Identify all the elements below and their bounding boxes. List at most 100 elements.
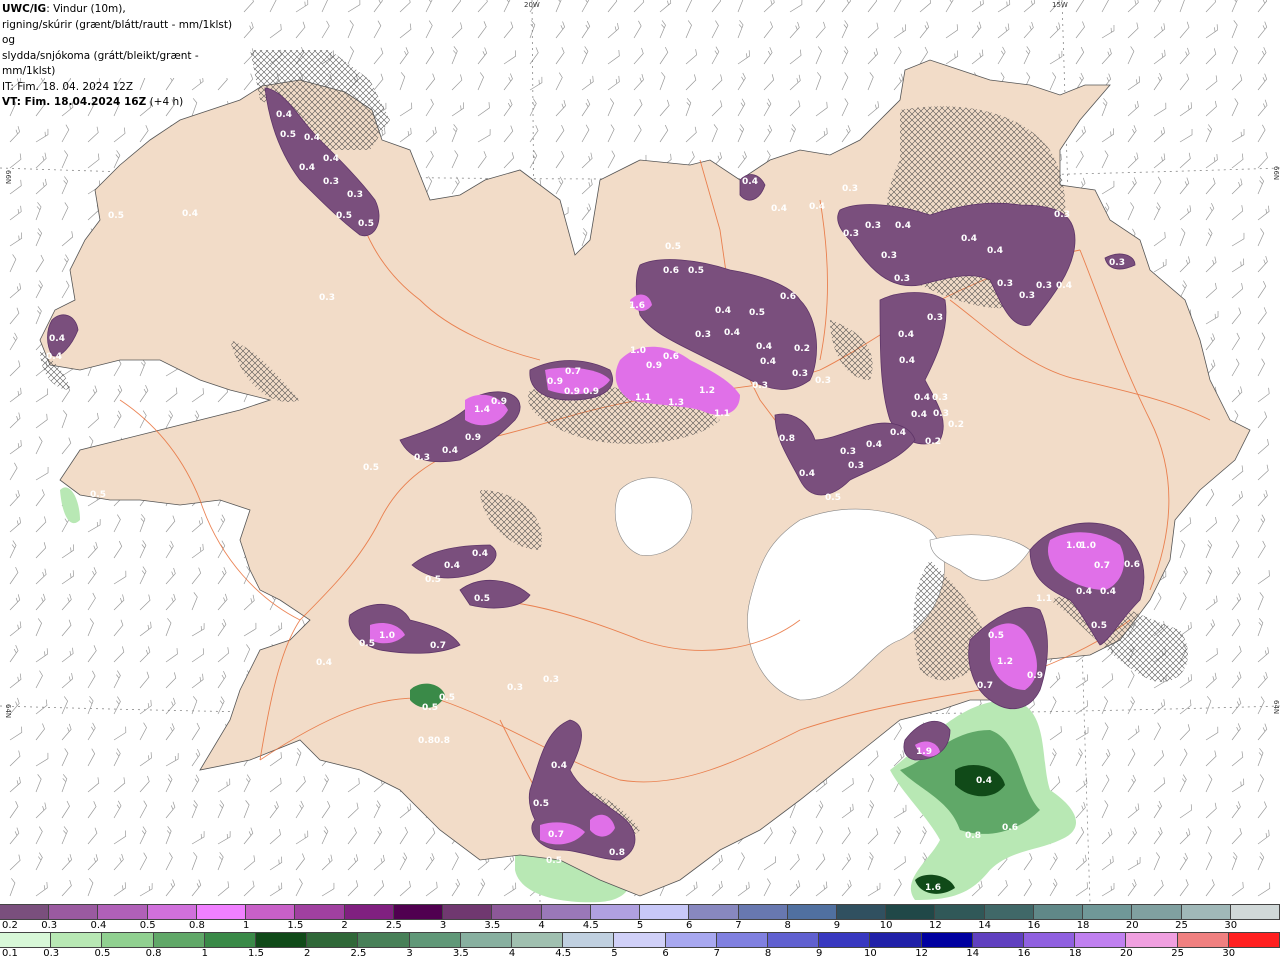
init-time: IT: Fim. 18. 04. 2024 12Z — [2, 80, 134, 93]
precip-value-label: 0.4 — [742, 177, 758, 187]
precip-value-label: 0.3 — [347, 190, 363, 200]
precip-value-label: 0.3 — [997, 279, 1013, 289]
title-line-2: rigning/skúrir (grænt/blátt/rautt - mm/1… — [2, 18, 233, 47]
precip-value-label: 0.5 — [474, 594, 490, 604]
snow-legend-label: 7 — [735, 920, 742, 931]
precip-value-label: 1.2 — [997, 657, 1013, 667]
precip-value-label: 0.4 — [899, 356, 915, 366]
rain-legend-label: 10 — [864, 948, 877, 959]
snow-legend-swatches — [0, 904, 1280, 920]
snow-legend-swatch — [787, 905, 837, 919]
title-line-1: UWC/IG: Vindur (10m), — [2, 2, 240, 18]
rain-legend-swatches — [0, 932, 1280, 948]
title-line-3: slydda/snjókoma (grátt/bleikt/grænt - mm… — [2, 49, 199, 78]
precip-value-label: 0.9 — [465, 433, 481, 443]
rain-legend-label: 16 — [1017, 948, 1031, 959]
rain-legend-swatch — [665, 933, 717, 947]
snow-legend-swatch — [147, 905, 197, 919]
precip-value-label: 0.3 — [1054, 210, 1070, 220]
rain-legend-swatch — [1075, 933, 1127, 947]
rain-legend-swatch — [512, 933, 564, 947]
precip-value-label: 1.1 — [1036, 594, 1052, 604]
precip-value-label: 0.6 — [663, 352, 679, 362]
precip-value-label: 0.4 — [182, 209, 198, 219]
precip-value-label: 0.5 — [336, 211, 352, 221]
precip-value-label: 0.2 — [794, 344, 810, 354]
rain-legend-swatch — [614, 933, 666, 947]
precip-value-label: 0.3 — [881, 251, 897, 261]
snow-legend-label: 20 — [1125, 920, 1139, 931]
snow-legend-swatch — [1033, 905, 1084, 919]
precip-value-label: 0.3 — [695, 330, 711, 340]
precip-value-label: 0.9 — [564, 387, 580, 397]
rain-legend-label: 4.5 — [555, 948, 572, 959]
precip-value-label: 0.4 — [49, 334, 65, 344]
rain-legend: 0.1 0.3 0.5 0.8 1 1.5 2 2.5 3 3.5 4 4.5 5 6 7 8 9 10 12 14 1… — [0, 932, 1280, 962]
rain-legend-swatch — [0, 933, 52, 947]
precip-value-label: 1.1 — [714, 409, 730, 419]
rain-legend-label: 0.8 — [145, 948, 162, 959]
rain-legend-label: 12 — [915, 948, 928, 959]
rain-legend-swatch — [870, 933, 922, 947]
precip-value-label: 0.6 — [663, 266, 679, 276]
valid-time-line: VT: Fim. 18.04.2024 16Z (+4 h) — [2, 95, 240, 111]
rain-legend-swatch — [819, 933, 871, 947]
precip-value-label: 0.4 — [866, 440, 882, 450]
precip-value-label: 0.5 — [363, 463, 379, 473]
rain-legend-swatch — [307, 933, 359, 947]
precip-value-label: 0.4 — [724, 328, 740, 338]
snow-legend-label: 0.5 — [139, 920, 156, 931]
rain-legend-label: 3 — [406, 948, 413, 959]
precip-value-label: 0.3 — [792, 369, 808, 379]
rain-legend-label: 30 — [1222, 948, 1236, 959]
rain-legend-swatch — [768, 933, 820, 947]
snow-legend-label: 4 — [538, 920, 545, 931]
precip-value-label: 0.4 — [771, 204, 787, 214]
lat-label-66n-left: 66N — [4, 170, 12, 184]
precip-value-label: 0.4 — [304, 133, 320, 143]
precip-value-label: 0.9 — [547, 377, 563, 387]
precip-value-label: 0.4 — [890, 428, 906, 438]
precip-value-label: 0.4 — [898, 330, 914, 340]
precip-value-label: 1.6 — [925, 883, 941, 893]
precip-value-label: 0.5 — [665, 242, 681, 252]
rain-legend-label: 8 — [764, 948, 772, 959]
snow-legend-label: 16 — [1027, 920, 1041, 931]
snow-legend-swatch — [640, 905, 690, 919]
rain-legend-swatch — [921, 933, 973, 947]
precip-value-label: 0.4 — [323, 154, 339, 164]
rain-legend-label: 18 — [1068, 948, 1082, 959]
precip-value-label: 0.4 — [911, 410, 927, 420]
rain-legend-swatch — [256, 933, 308, 947]
rain-legend-swatch — [1228, 933, 1280, 947]
snow-legend-label: 0.4 — [90, 920, 107, 931]
rain-legend-label: 2.5 — [350, 948, 367, 959]
rain-legend-swatch — [51, 933, 103, 947]
map-title-box: UWC/IG: Vindur (10m), rigning/skúrir (gr… — [0, 0, 240, 108]
precip-value-label: 0.5 — [108, 211, 124, 221]
snow-legend-swatch — [689, 905, 739, 919]
lon-label-15w: 15W — [1052, 1, 1068, 9]
snow-legend-label: 30 — [1224, 920, 1238, 931]
precip-value-label: 0.8 — [779, 434, 795, 444]
rain-legend-label: 14 — [966, 948, 980, 959]
snow-legend-swatch — [295, 905, 345, 919]
rain-legend-swatch — [972, 933, 1025, 947]
precip-value-label: 0.3 — [543, 675, 559, 685]
precip-value-label: 0.3 — [933, 409, 949, 419]
precip-value-label: 0.5 — [422, 703, 438, 713]
precip-value-label: 0.3 — [842, 184, 858, 194]
precip-value-label: 0.3 — [1019, 291, 1035, 301]
snow-legend-swatch — [886, 905, 936, 919]
precip-value-label: 0.4 — [914, 393, 930, 403]
rain-legend-swatch — [1126, 933, 1178, 947]
rain-legend-swatch — [358, 933, 410, 947]
precip-value-label: 0.4 — [551, 761, 567, 771]
precip-value-label: 0.4 — [809, 202, 825, 212]
precip-value-label: 0.4 — [961, 234, 977, 244]
snow-legend-swatch — [492, 905, 542, 919]
rain-legend-label: 0.1 — [2, 948, 18, 959]
precip-value-label: 0.5 — [546, 856, 562, 866]
precip-value-label: 0.5 — [1091, 621, 1107, 631]
rain-legend-swatch — [716, 933, 769, 947]
